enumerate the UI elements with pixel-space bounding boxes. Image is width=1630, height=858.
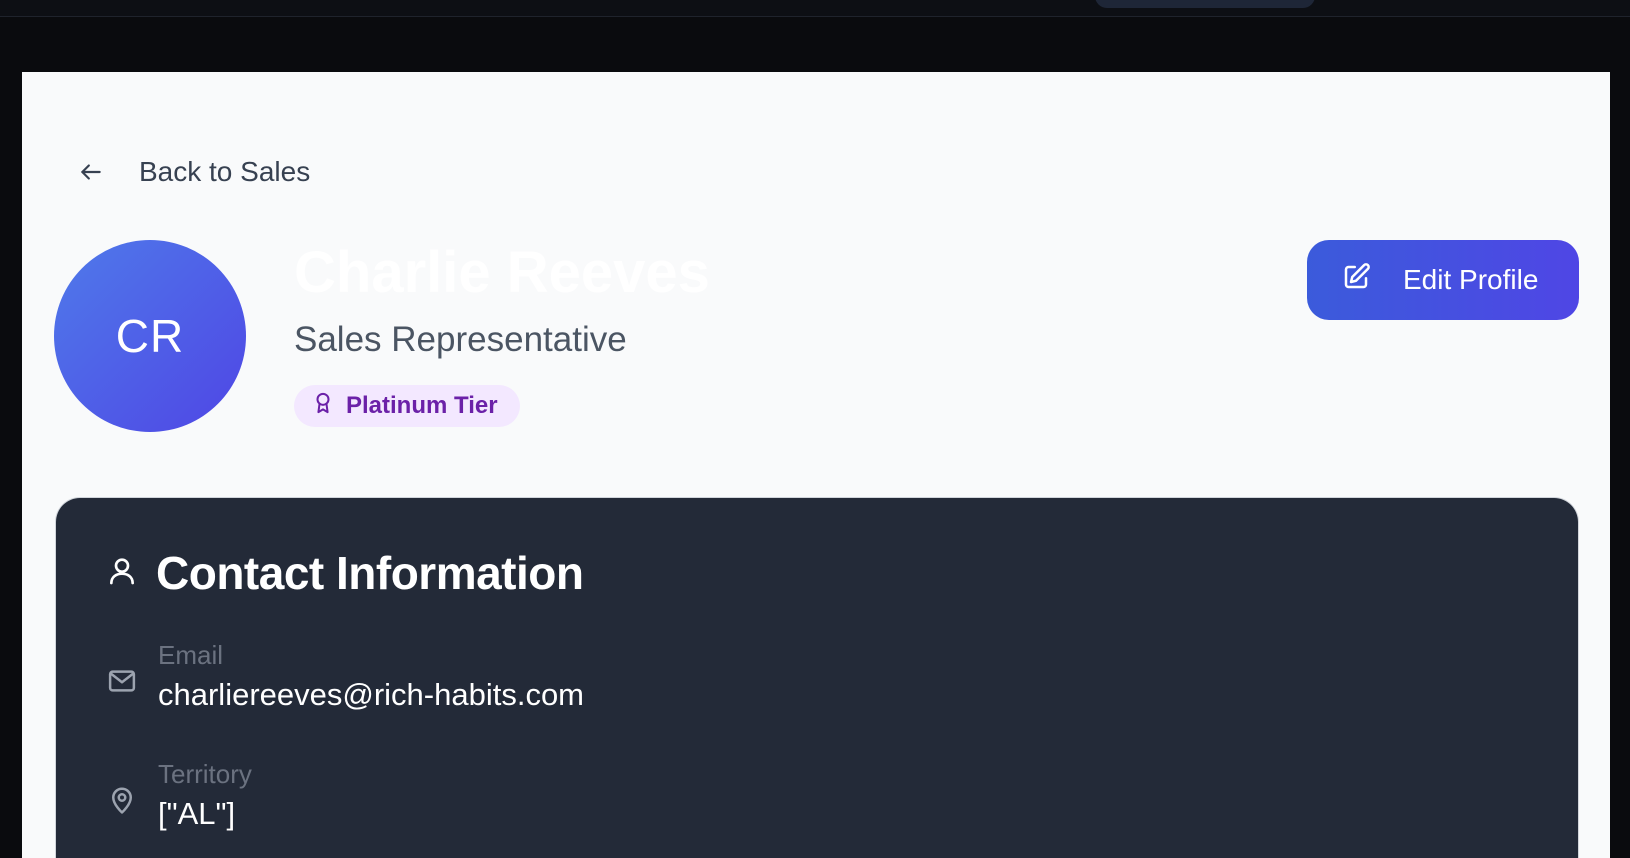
email-value[interactable]: charliereeves@rich-habits.com [158,673,584,716]
mail-icon [106,640,138,717]
profile-role: Sales Representative [294,320,627,359]
profile-page: Back to Sales CR Charlie Reeves Sales Re… [22,72,1610,858]
avatar: CR [54,240,246,432]
territory-label: Territory [158,759,252,789]
map-pin-icon [106,759,138,836]
edit-profile-label: Edit Profile [1403,264,1539,295]
territory-field: Territory ["AL"] [106,759,252,836]
tier-label: Platinum Tier [346,392,498,419]
back-link-label[interactable]: Back to Sales [139,156,310,188]
contact-card-header: Contact Information [106,546,584,600]
email-field: Email charliereeves@rich-habits.com [106,640,584,717]
territory-value: ["AL"] [158,796,236,832]
arrow-left-icon [77,158,105,186]
tier-badge: Platinum Tier [294,385,520,427]
top-bar-pill[interactable] [1095,0,1315,8]
top-bar [0,0,1630,17]
pencil-square-icon [1341,262,1371,299]
avatar-initials: CR [115,310,185,362]
profile-name: Charlie Reeves [294,240,710,305]
edit-profile-button[interactable]: Edit Profile [1307,240,1579,320]
back-to-sales-link[interactable]: Back to Sales [77,152,310,192]
user-icon [106,555,138,592]
contact-card-title: Contact Information [156,547,584,599]
award-icon [312,392,334,421]
email-label: Email [158,640,224,670]
contact-information-card: Contact Information Email charliereeves@… [56,498,1578,858]
